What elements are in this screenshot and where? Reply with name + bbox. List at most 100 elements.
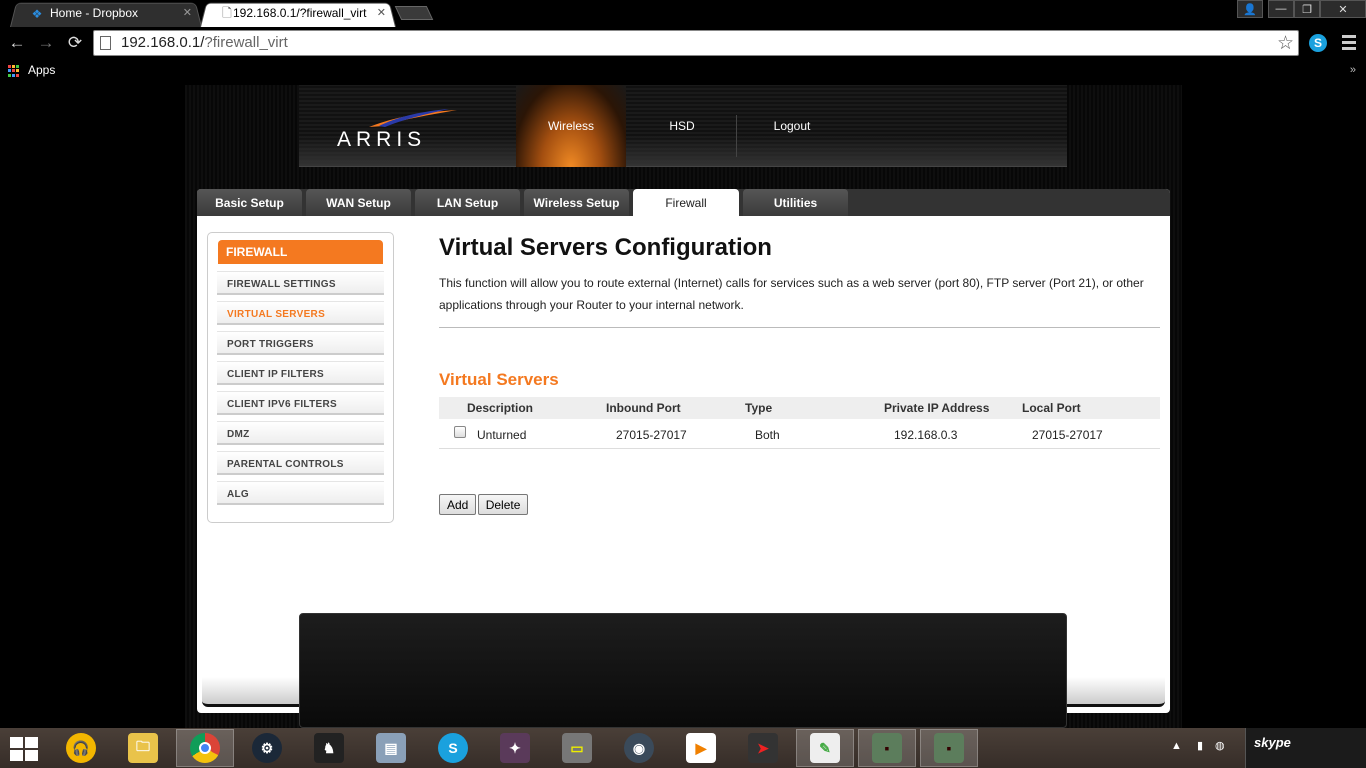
tab-lan-setup[interactable]: LAN Setup (415, 189, 520, 216)
system-monitor-icon[interactable]: ▤ (362, 729, 420, 767)
close-window-button[interactable]: ✕ (1320, 0, 1366, 18)
column-type: Type (745, 401, 773, 415)
tab-firewall[interactable]: 🗋 192.168.0.1/?firewall_virt ✕ (200, 1, 396, 27)
nav-hsd[interactable]: HSD (627, 85, 737, 167)
skype-extension-icon[interactable]: S (1309, 34, 1327, 52)
nav-logout[interactable]: Logout (737, 85, 847, 167)
back-icon[interactable]: ← (6, 33, 28, 53)
start-button-icon[interactable] (10, 737, 38, 761)
tab-bar: ❖ Home - Dropbox ✕ 🗋 192.168.0.1/?firewa… (0, 0, 1366, 27)
battery-icon[interactable]: ▮ (1197, 739, 1203, 752)
url-host: 192.168.0.1/ (121, 34, 205, 51)
sidebar-heading: FIREWALL (218, 240, 383, 264)
new-tab-button[interactable] (394, 6, 434, 20)
page-icon (100, 36, 111, 50)
close-tab-icon[interactable]: ✕ (183, 6, 192, 19)
cell-inbound-port: 27015-27017 (616, 428, 687, 442)
footer-decoration (299, 613, 1067, 728)
cell-private-ip: 192.168.0.3 (894, 428, 958, 442)
row-checkbox[interactable] (454, 426, 466, 438)
page-title: Virtual Servers Configuration (439, 234, 772, 261)
tab-title: Home - Dropbox (50, 6, 139, 20)
page-description: This function will allow you to route ex… (439, 276, 1144, 312)
sidebar-item-dmz[interactable]: DMZ (217, 421, 384, 445)
tray-expand-icon[interactable]: ▲ (1171, 740, 1182, 752)
dropbox-icon: ❖ (31, 7, 43, 21)
cell-local-port: 27015-27017 (1032, 428, 1103, 442)
reload-icon[interactable]: ⟳ (64, 33, 86, 53)
monitor-99-icon[interactable]: ▭ (548, 729, 606, 767)
zombie-game-icon-2[interactable]: ▪ (920, 729, 978, 767)
skype-label: skype (1254, 735, 1291, 750)
add-button[interactable]: Add (439, 494, 477, 515)
section-tabs: Basic Setup WAN Setup LAN Setup Wireless… (197, 189, 1170, 216)
sidebar-item-port-triggers[interactable]: PORT TRIGGERS (217, 331, 384, 355)
game-icon[interactable]: ✦ (486, 729, 544, 767)
sidebar-item-parental-controls[interactable]: PARENTAL CONTROLS (217, 451, 384, 475)
delete-button[interactable]: Delete (477, 494, 529, 515)
game-character-icon[interactable]: ♞ (300, 729, 358, 767)
arris-swoosh-icon (369, 109, 457, 127)
column-private-ip: Private IP Address (884, 401, 990, 415)
system-tray: ▲ ▮ ◍ (1165, 728, 1245, 768)
arris-logo: ARRIS (337, 109, 457, 151)
sidebar-item-virtual-servers[interactable]: VIRTUAL SERVERS (217, 301, 384, 325)
tab-firewall[interactable]: Firewall (633, 189, 739, 216)
bookmarks-more-icon[interactable]: » (1350, 64, 1356, 76)
table-row: Unturned 27015-27017 Both 192.168.0.3 27… (439, 419, 1160, 449)
page-icon: 🗋 (222, 5, 232, 20)
user-button[interactable]: 👤 (1237, 0, 1263, 18)
page-viewport: ARRIS Wireless HSD Logout Basic Setup WA… (0, 85, 1366, 728)
apps-grid-icon[interactable] (8, 65, 20, 77)
chrome-icon[interactable] (176, 729, 234, 767)
tray-app-icon[interactable]: ◍ (1215, 739, 1225, 752)
file-explorer-icon[interactable]: 🗀 (114, 729, 172, 767)
notepad-plus-icon[interactable]: ✎ (796, 729, 854, 767)
tab-wireless-setup[interactable]: Wireless Setup (524, 189, 629, 216)
virtual-servers-table: Description Inbound Port Type Private IP… (439, 397, 1160, 449)
restore-button[interactable]: ❐ (1294, 0, 1320, 18)
forward-icon[interactable]: → (35, 33, 57, 53)
steam-icon[interactable]: ⚙ (238, 729, 296, 767)
zombie-game-icon[interactable]: ▪ (858, 729, 916, 767)
content-area: Virtual Servers Configuration This funct… (439, 234, 1160, 515)
menu-icon[interactable] (1342, 35, 1356, 51)
url-text: 192.168.0.1/?firewall_virt (121, 34, 288, 51)
tab-wan-setup[interactable]: WAN Setup (306, 189, 411, 216)
sidebar-item-client-ip-filters[interactable]: CLIENT IP FILTERS (217, 361, 384, 385)
apps-bookmark[interactable]: Apps (28, 63, 55, 77)
close-tab-icon[interactable]: ✕ (377, 6, 386, 19)
tab-title: 192.168.0.1/?firewall_virt (233, 6, 367, 20)
windows-taskbar: 🎧 🗀 ⚙ ♞ ▤ S ✦ ▭ ◉ ▶ ➤ ✎ ▪ ▪ ▲ ▮ ◍ skype (0, 728, 1366, 768)
sidebar-item-client-ipv6-filters[interactable]: CLIENT IPV6 FILTERS (217, 391, 384, 415)
address-bar[interactable]: 192.168.0.1/?firewall_virt ☆ (93, 30, 1299, 56)
column-description: Description (467, 401, 534, 415)
column-inbound-port: Inbound Port (606, 401, 681, 415)
cell-type: Both (755, 428, 780, 442)
url-path: ?firewall_virt (204, 34, 288, 51)
table-header: Description Inbound Port Type Private IP… (439, 397, 1160, 419)
router-header: ARRIS Wireless HSD Logout (299, 85, 1067, 167)
skype-icon[interactable]: S (424, 729, 482, 767)
teamspeak-icon[interactable]: ◉ (610, 729, 668, 767)
sidebar-item-firewall-settings[interactable]: FIREWALL SETTINGS (217, 271, 384, 295)
bookmark-star-icon[interactable]: ☆ (1277, 32, 1294, 55)
sidebar-item-alg[interactable]: ALG (217, 481, 384, 505)
racing-game-icon[interactable]: ➤ (734, 729, 792, 767)
tab-utilities[interactable]: Utilities (743, 189, 848, 216)
browser-chrome: ❖ Home - Dropbox ✕ 🗋 192.168.0.1/?firewa… (0, 0, 1366, 85)
browser-toolbar: ← → ⟳ 192.168.0.1/?firewall_virt ☆ S (0, 27, 1366, 59)
bookmarks-bar: Apps » (0, 59, 1366, 83)
tab-dropbox[interactable]: ❖ Home - Dropbox ✕ (10, 1, 202, 27)
minimize-button[interactable]: — (1268, 0, 1294, 18)
media-player-icon[interactable]: ▶ (672, 729, 730, 767)
nav-wireless[interactable]: Wireless (516, 85, 626, 167)
firewall-sidebar: FIREWALL FIREWALL SETTINGS VIRTUAL SERVE… (207, 232, 394, 523)
table-actions: Add Delete (439, 494, 529, 515)
skype-notification[interactable]: skype (1245, 728, 1366, 768)
audacity-icon[interactable]: 🎧 (52, 729, 110, 767)
tab-basic-setup[interactable]: Basic Setup (197, 189, 302, 216)
brand-name: ARRIS (337, 128, 427, 151)
cell-description: Unturned (477, 428, 527, 442)
section-title: Virtual Servers (439, 370, 559, 389)
